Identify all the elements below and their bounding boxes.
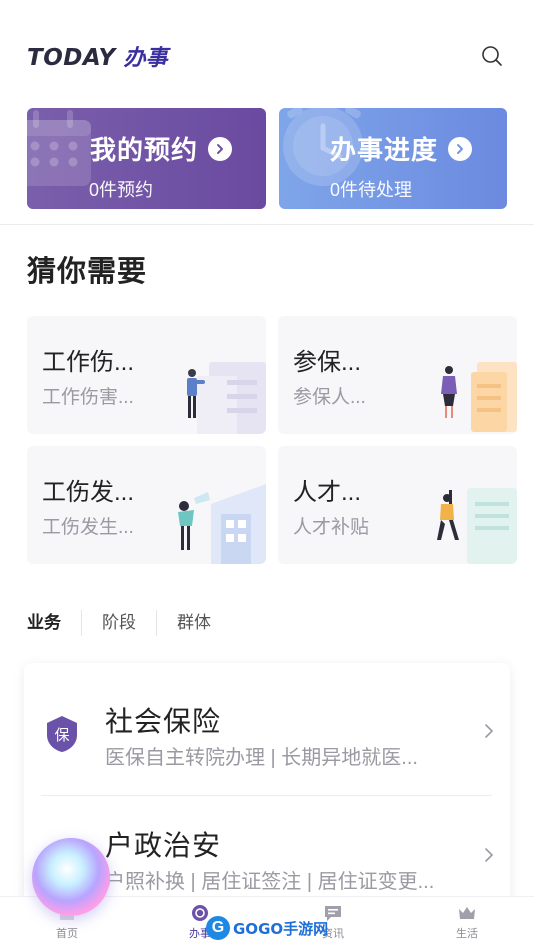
woman-document-illustration [441, 362, 517, 432]
recommend-card[interactable]: 工作伤... 工作伤害... [27, 316, 266, 434]
chevron-right-circle-icon [448, 136, 473, 161]
my-appointments-count: 0件预约 [89, 180, 154, 200]
building-illustration [178, 484, 266, 564]
recommend-card-title: 参保... [293, 349, 362, 376]
recommend-title: 猜你需要 [27, 256, 148, 288]
recommend-card[interactable]: 工伤发... 工伤发生... [27, 446, 266, 564]
search-icon[interactable] [480, 44, 504, 68]
recommend-card-title: 工伤发... [42, 479, 135, 506]
logo-today-text: TODAY [27, 45, 116, 71]
recommend-card[interactable]: 参保... 参保人... [278, 316, 517, 434]
recommend-card-subtitle: 参保人... [293, 387, 366, 408]
tab-business[interactable]: 业务 [27, 610, 81, 636]
nav-life[interactable]: 生活 [427, 903, 507, 941]
service-subtitle: 医保自主转院办理 | 长期异地就医... [105, 747, 418, 769]
recommend-grid: 工作伤... 工作伤害... 参保... 参保人... 工伤发... 工伤发生.… [27, 316, 517, 564]
tab-group[interactable]: 群体 [156, 610, 231, 636]
recommend-card-title: 人才... [293, 479, 362, 506]
chevron-right-circle-icon [208, 136, 233, 161]
nav-life-label: 生活 [456, 928, 478, 940]
my-appointments-title-row: 我的预约 [90, 130, 233, 167]
service-subtitle: 户照补换 | 居住证签注 | 居住证变更... [105, 871, 435, 893]
progress-title-row: 办事进度 [330, 130, 473, 167]
watermark: G GOGO手游网 [206, 913, 336, 943]
watermark-logo-icon: G [206, 916, 230, 940]
recommend-card-subtitle: 人才补贴 [293, 517, 370, 538]
progress-card[interactable]: 办事进度 0件待处理 [279, 108, 507, 209]
service-title: 社会保险 [105, 706, 222, 737]
watermark-text: GOGO手游网 [233, 919, 329, 938]
shield-badge-text: 保 [54, 726, 69, 744]
service-item-social-insurance[interactable]: 保 社会保险 医保自主转院办理 | 长期异地就医... [24, 663, 510, 787]
nav-home-label: 首页 [56, 928, 78, 940]
progress-count: 0件待处理 [330, 180, 413, 200]
category-tabs: 业务 阶段 群体 [27, 610, 231, 636]
service-title: 户政治安 [105, 830, 222, 861]
crown-icon [459, 907, 475, 919]
talent-document-illustration [437, 488, 517, 564]
recommend-card-subtitle: 工作伤害... [42, 387, 134, 408]
section-divider [0, 224, 534, 225]
top-cards: 我的预约 0件预约 办事进度 0件待处理 [27, 108, 507, 209]
person-document-illustration [187, 362, 266, 434]
tab-stage[interactable]: 阶段 [81, 610, 156, 636]
progress-title: 办事进度 [330, 135, 439, 165]
logo-banshi-text: 办事 [123, 46, 168, 71]
app-header: TODAY 办事 [0, 0, 534, 100]
recommend-card-subtitle: 工伤发生... [42, 517, 134, 538]
my-appointments-card[interactable]: 我的预约 0件预约 [27, 108, 266, 209]
chevron-right-icon [485, 848, 494, 862]
recommend-card[interactable]: 人才... 人才补贴 [278, 446, 517, 564]
my-appointments-title: 我的预约 [90, 135, 199, 165]
chevron-right-icon [485, 724, 494, 738]
shield-icon: 保 [47, 716, 77, 752]
floating-assistant-button[interactable] [32, 838, 110, 916]
app-logo: TODAY 办事 [27, 40, 168, 72]
recommend-card-title: 工作伤... [42, 349, 135, 376]
